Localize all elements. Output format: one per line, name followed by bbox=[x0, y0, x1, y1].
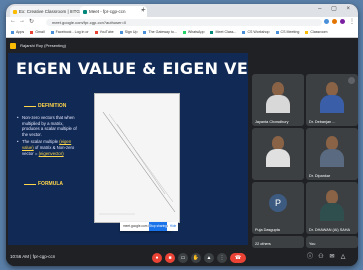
participant-name: Puja Dasgupta bbox=[255, 228, 280, 232]
bookmark-item[interactable]: WhatsApp bbox=[182, 28, 204, 37]
monitor-frame: Ex: Creative Classroom | IIITG M × Meet … bbox=[6, 4, 358, 266]
participant-tile[interactable]: Dr. Dipankar bbox=[306, 128, 358, 180]
participant-tile[interactable]: Dr. DHAWAN (AI) SAHA bbox=[306, 182, 358, 234]
browser-tab-strip: Ex: Creative Classroom | IIITG M × Meet … bbox=[6, 4, 358, 17]
bullet-item: Non-zero vectors that when multiplied by… bbox=[17, 115, 78, 137]
extension-icon[interactable] bbox=[324, 19, 329, 24]
more-icon[interactable]: ⋮ bbox=[217, 253, 227, 263]
meet-stage: Rajarshi Roy (Presenting) EIGEN VALUE & … bbox=[6, 38, 358, 266]
participant-tile[interactable]: Jayanta Chowdhury bbox=[252, 74, 304, 126]
tab-label: Ex: Creative Classroom | IIITG M bbox=[19, 9, 85, 14]
bookmark-item[interactable]: Gmail bbox=[30, 28, 45, 37]
definition-bullets: Non-zero vectors that when multiplied by… bbox=[17, 115, 78, 158]
info-icon[interactable]: ⓘ bbox=[306, 253, 314, 262]
captions-icon[interactable]: ▭ bbox=[178, 253, 188, 263]
bookmark-item[interactable]: Sign Up bbox=[119, 28, 137, 37]
stop-sharing-button[interactable]: Stop sharing bbox=[149, 222, 167, 231]
meet-favicon-icon bbox=[83, 9, 87, 14]
url-input[interactable]: meet.google.com/fpr-cgp-ccn?authuser=0 bbox=[46, 19, 322, 26]
participant-video bbox=[320, 82, 344, 113]
present-icon[interactable]: ▲ bbox=[204, 253, 214, 263]
participant-tile[interactable]: Dr. Debanjan ... bbox=[306, 74, 358, 126]
presenter-bar: Rajarshi Roy (Presenting) bbox=[10, 41, 250, 50]
participant-video bbox=[266, 136, 290, 167]
participant-tile[interactable]: P Puja Dasgupta bbox=[252, 182, 304, 234]
end-call-icon[interactable]: ☎ bbox=[230, 253, 246, 263]
bookmark-item[interactable]: CS Meeting bbox=[275, 28, 299, 37]
participant-tile[interactable]: 22 others bbox=[252, 236, 304, 248]
participant-tile-self[interactable]: You bbox=[306, 236, 358, 248]
participant-tile[interactable] bbox=[252, 128, 304, 180]
meet-controls-bar: 10:56 AM | fpr-cgp-ccn ● ■ ▭ ✋ ▲ ⋮ ☎ ⓘ ⚇… bbox=[6, 250, 358, 266]
participant-name: Jayanta Chowdhury bbox=[255, 120, 289, 124]
bookmark-item[interactable]: Apps bbox=[11, 28, 24, 37]
participant-video bbox=[266, 82, 290, 113]
raise-hand-icon[interactable]: ✋ bbox=[191, 253, 201, 263]
participant-video bbox=[320, 190, 344, 221]
bullet-item: The scalar multiple (eigen value) of mat… bbox=[17, 139, 78, 156]
activities-icon[interactable]: △ bbox=[339, 253, 347, 262]
participant-name: Dr. Dipankar bbox=[309, 174, 331, 178]
menu-kebab-icon[interactable]: ⋮ bbox=[349, 18, 355, 25]
whiteboard-area bbox=[94, 93, 180, 223]
participant-name: 22 others bbox=[255, 242, 271, 246]
bookmark-item[interactable]: Meet Class... bbox=[210, 28, 236, 37]
participant-name: Dr. Debanjan ... bbox=[309, 120, 336, 124]
tab-label: Meet - fpr-cgp-ccn bbox=[89, 9, 126, 14]
participant-avatar: P bbox=[269, 194, 287, 212]
formula-heading: FORMULA bbox=[24, 181, 63, 187]
meeting-time: 10:56 AM bbox=[10, 254, 30, 259]
presentation-slide: EIGEN VALUE & EIGEN VECTOR DEFINITION No… bbox=[8, 53, 248, 245]
window-controls-icon[interactable]: – ▢ × bbox=[318, 5, 354, 12]
participant-name: You bbox=[309, 242, 316, 246]
tab-classroom[interactable]: Ex: Creative Classroom | IIITG M × bbox=[10, 6, 87, 17]
hide-banner-button[interactable]: Hide bbox=[168, 222, 178, 231]
chat-icon[interactable]: ✉ bbox=[328, 253, 336, 262]
presentation-icon bbox=[10, 42, 16, 49]
presenter-label: Rajarshi Roy (Presenting) bbox=[20, 43, 66, 48]
tab-meet[interactable]: Meet - fpr-cgp-ccn × bbox=[80, 6, 147, 17]
forward-icon[interactable]: → bbox=[19, 18, 25, 24]
address-bar-row: ← → ↻ meet.google.com/fpr-cgp-ccn?authus… bbox=[6, 17, 358, 28]
extension-icon[interactable] bbox=[332, 19, 337, 24]
profile-avatar[interactable] bbox=[340, 19, 345, 24]
bookmark-item[interactable]: Classroom bbox=[305, 28, 328, 37]
reload-icon[interactable]: ↻ bbox=[29, 18, 34, 25]
bookmark-item[interactable]: YouTube bbox=[94, 28, 114, 37]
definition-heading: DEFINITION bbox=[23, 103, 67, 109]
bookmark-item[interactable]: Facebook - Log in or bbox=[50, 28, 89, 37]
bookmark-item[interactable]: The Gateway to... bbox=[143, 28, 177, 37]
classroom-favicon-icon bbox=[13, 9, 17, 14]
mic-off-icon bbox=[348, 77, 355, 84]
bookmark-item[interactable]: CS Workshop bbox=[242, 28, 270, 37]
bookmarks-bar: Apps Gmail Facebook - Log in or YouTube … bbox=[6, 28, 358, 38]
new-tab-icon[interactable]: + bbox=[141, 5, 146, 14]
back-icon[interactable]: ← bbox=[10, 18, 16, 24]
slide-title: EIGEN VALUE & EIGEN VECTOR bbox=[16, 59, 248, 78]
meeting-time-code: 10:56 AM | fpr-cgp-ccn bbox=[10, 254, 56, 259]
meeting-code: fpr-cgp-ccn bbox=[32, 254, 56, 259]
people-icon[interactable]: ⚇ bbox=[317, 253, 325, 262]
mic-icon[interactable]: ● bbox=[152, 253, 162, 263]
whiteboard-lines bbox=[99, 111, 176, 215]
camera-icon[interactable]: ■ bbox=[165, 253, 175, 263]
participant-name: Dr. DHAWAN (AI) SAHA bbox=[309, 228, 351, 232]
participant-video bbox=[320, 136, 344, 167]
